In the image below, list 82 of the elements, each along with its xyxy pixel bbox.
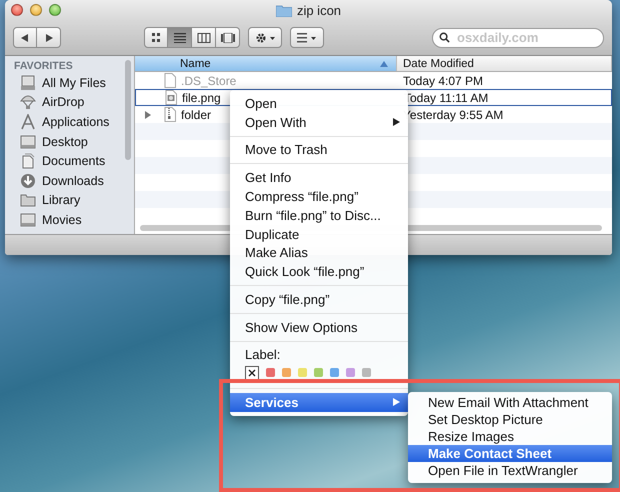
label-swatch[interactable] [362,368,371,378]
sidebar-item[interactable]: Downloads [5,170,134,191]
column-header[interactable]: Name [135,56,397,71]
sidebar-item[interactable]: AirDrop [5,92,134,112]
date-modified: Today 11:11 AM [403,90,488,104]
search-field[interactable]: osxdaily.com [432,28,604,48]
label-swatch[interactable] [314,368,323,378]
sidebar-item-label: Downloads [42,174,104,188]
coverflow-view-icon [220,32,234,42]
window-title: zip icon [296,2,342,18]
sidebar-item[interactable]: All My Files [5,73,134,93]
menu-item[interactable]: Make Contact Sheet [408,445,612,462]
column-header[interactable]: Date Modified [397,56,612,71]
menu-item[interactable]: Open File in TextWrangler [408,462,612,479]
menu-item[interactable]: Burn “file.png” to Disc... [230,206,408,225]
desktop-icon [20,134,36,150]
right-triangle-icon [44,34,52,42]
menu-item[interactable]: Services [230,392,408,412]
sort-arrow-icon [380,60,388,66]
columns-view-icon [196,32,210,42]
sidebar-item-label: All My Files [42,76,106,90]
menu-item[interactable]: Compress “file.png” [230,187,408,206]
files-icon [20,74,36,91]
desktop-icon [20,212,36,228]
label-swatch[interactable] [266,368,275,378]
back-button[interactable] [13,27,37,48]
gear-icon [254,32,276,44]
label-swatch[interactable] [298,368,307,378]
label-heading: Label: [244,346,282,363]
menu-item[interactable]: New Email With Attachment [408,394,612,411]
sidebar-heading: FAVORITES [13,60,74,73]
sidebar-item[interactable]: Library [5,190,134,210]
icons-view-icon [149,32,163,42]
menu-item[interactable]: Get Info [230,168,408,188]
action-menu-button[interactable] [248,27,282,48]
folder-icon [276,4,292,16]
sidebar-item-label: Documents [42,154,106,168]
sidebar-item-label: Desktop [42,134,88,149]
sidebar-item[interactable]: Documents [5,151,134,171]
apps-icon [20,114,36,130]
documents-icon [20,153,36,170]
file-name[interactable]: file.png [182,90,221,104]
label-swatch[interactable] [330,368,339,378]
coverflow-view-button[interactable] [216,27,240,48]
submenu-arrow-icon [393,398,400,406]
menu-item[interactable]: Duplicate [230,224,408,244]
file-name[interactable]: folder [181,108,212,122]
sidebar-item-label: Movies [42,212,82,227]
date-modified: Today 4:07 PM [402,74,484,88]
zoom-button[interactable] [49,4,61,16]
folder-icon [20,192,36,208]
airdrop-icon [20,94,36,110]
menu-item[interactable]: Quick Look “file.png” [230,262,408,282]
search-icon [439,32,450,42]
arrange-menu-button[interactable] [290,27,324,48]
left-triangle-icon [21,34,29,42]
disclosure-triangle-icon[interactable] [145,110,151,118]
menu-item[interactable]: Resize Images [408,428,612,445]
menu-item[interactable]: Make Alias [230,244,408,262]
submenu-arrow-icon [393,118,400,126]
sidebar-item-label: Applications [42,114,110,129]
sidebar-item-label: AirDrop [42,95,84,110]
sidebar-item[interactable]: Applications [5,112,134,132]
menu-item[interactable]: Show View Options [230,318,408,337]
no-label-option[interactable] [245,366,259,380]
menu-item[interactable]: Move to Trash [230,140,408,160]
sidebar-item[interactable]: Desktop [5,132,134,152]
sidebar-item-label: Library [42,193,80,208]
sidebar-item[interactable]: Movies [5,210,134,230]
menu-item[interactable]: Set Desktop Picture [408,411,612,428]
downloads-icon [20,172,36,189]
icons-view-button[interactable] [144,27,168,48]
label-swatch[interactable] [346,368,355,378]
scrollbar[interactable] [125,60,131,160]
close-button[interactable] [11,4,23,16]
minimize-button[interactable] [30,4,42,16]
label-swatch[interactable] [282,368,291,378]
columns-view-button[interactable] [192,27,216,48]
forward-button[interactable] [37,27,61,48]
list-view-icon [172,32,186,42]
menu-item[interactable]: Copy “file.png” [230,290,408,309]
list-view-button[interactable] [168,27,192,48]
